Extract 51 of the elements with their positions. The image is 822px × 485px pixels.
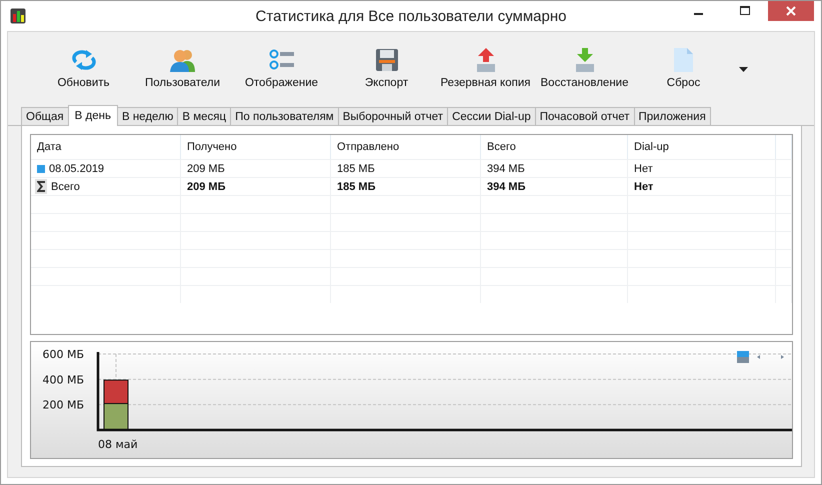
dropdown-arrow-icon[interactable] (739, 67, 748, 72)
download-icon (574, 48, 594, 72)
sigma-icon (35, 179, 47, 194)
table-cell: 394 МБ (487, 180, 526, 192)
tab[interactable]: В месяц (177, 107, 232, 125)
column-header[interactable]: Всего (481, 135, 628, 159)
table-cell: 209 МБ (187, 162, 225, 174)
column-header[interactable]: Получено (181, 135, 331, 159)
table-cell: 185 МБ (337, 180, 376, 192)
tab[interactable]: Выборочный отчет (338, 107, 448, 125)
axis-label: 600 МБ (42, 348, 84, 361)
square-icon (37, 164, 45, 172)
app-icon (10, 8, 26, 24)
table-cell: 185 МБ (337, 162, 375, 174)
right-arrow-icon[interactable] (781, 355, 784, 359)
axis-label: 400 МБ (42, 373, 84, 386)
table-cell: Всего (51, 180, 80, 192)
table-cell: 394 МБ (487, 162, 525, 174)
column-header[interactable]: Отправлено (331, 135, 481, 159)
column-header[interactable]: Dial-up (628, 135, 776, 159)
close-button[interactable] (768, 1, 814, 21)
table-cell: Нет (634, 180, 654, 192)
axis-label: 08 май (98, 438, 138, 451)
toolbar-button[interactable]: Отображение (232, 46, 331, 91)
toolbar-button[interactable]: Экспорт (337, 46, 436, 91)
toolbar-button[interactable]: Обновить (34, 46, 133, 91)
table-cell: 209 МБ (187, 180, 226, 192)
toolbar-button[interactable]: Сброс (634, 46, 733, 91)
table-cell: Нет (634, 162, 653, 174)
upload-icon (476, 48, 496, 72)
tab[interactable]: Сессии Dial-up (447, 107, 536, 125)
tab[interactable]: Приложения (634, 107, 711, 125)
window-title: Статистика для Все пользователи суммарно (256, 8, 566, 24)
users-icon (170, 48, 196, 72)
list-icon (268, 48, 294, 72)
legend-icon (737, 351, 749, 363)
tab[interactable]: В день (68, 105, 118, 126)
axis-label: 200 МБ (42, 398, 84, 412)
tab[interactable]: Общая (21, 107, 69, 125)
toolbar-button[interactable]: Восстановление (535, 46, 634, 91)
close-icon (785, 5, 797, 17)
refresh-icon (72, 48, 96, 72)
toolbar-button[interactable]: Резервная копия (436, 46, 535, 91)
document-icon (674, 48, 693, 72)
column-header[interactable]: Дата (31, 135, 181, 159)
left-arrow-icon[interactable] (757, 355, 760, 359)
tab[interactable]: По пользователям (230, 107, 339, 125)
tab[interactable]: Почасовой отчет (534, 107, 635, 125)
table-cell: 08.05.2019 (49, 162, 104, 174)
tab[interactable]: В неделю (116, 107, 178, 125)
toolbar-button[interactable]: Пользователи (133, 46, 232, 91)
